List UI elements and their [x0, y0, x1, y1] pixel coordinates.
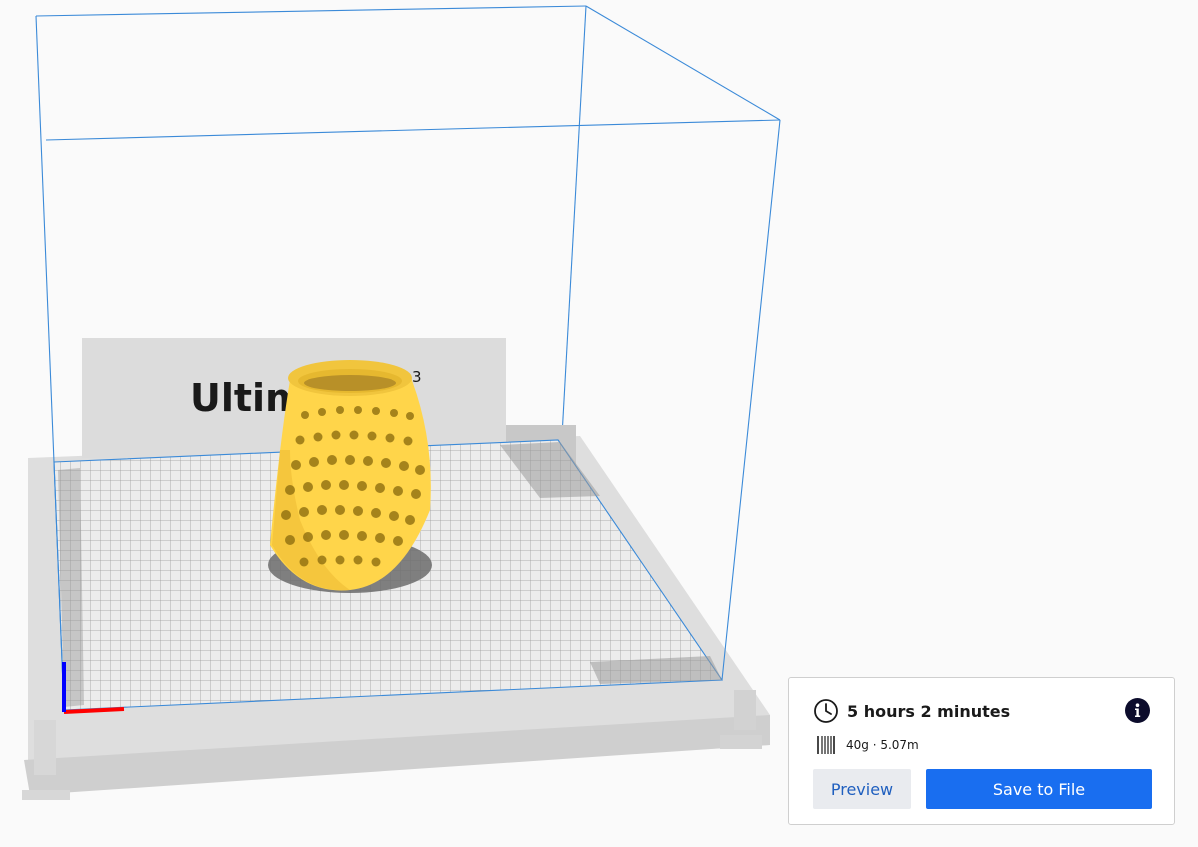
printer-logo-superscript: 3 — [412, 368, 422, 386]
save-to-file-button[interactable]: Save to File — [926, 769, 1152, 809]
print-job-panel: 5 hours 2 minutes 40g · 5.07m Preview Sa… — [788, 677, 1175, 825]
info-icon[interactable] — [1125, 698, 1150, 723]
preview-button[interactable]: Preview — [813, 769, 911, 809]
material-usage-row: 40g · 5.07m — [815, 734, 919, 756]
spool-icon — [815, 734, 837, 756]
print-time: 5 hours 2 minutes — [847, 701, 1011, 721]
material-usage: 40g · 5.07m — [846, 738, 919, 752]
print-time-row: 5 hours 2 minutes — [813, 698, 1010, 724]
clock-icon — [813, 698, 839, 724]
